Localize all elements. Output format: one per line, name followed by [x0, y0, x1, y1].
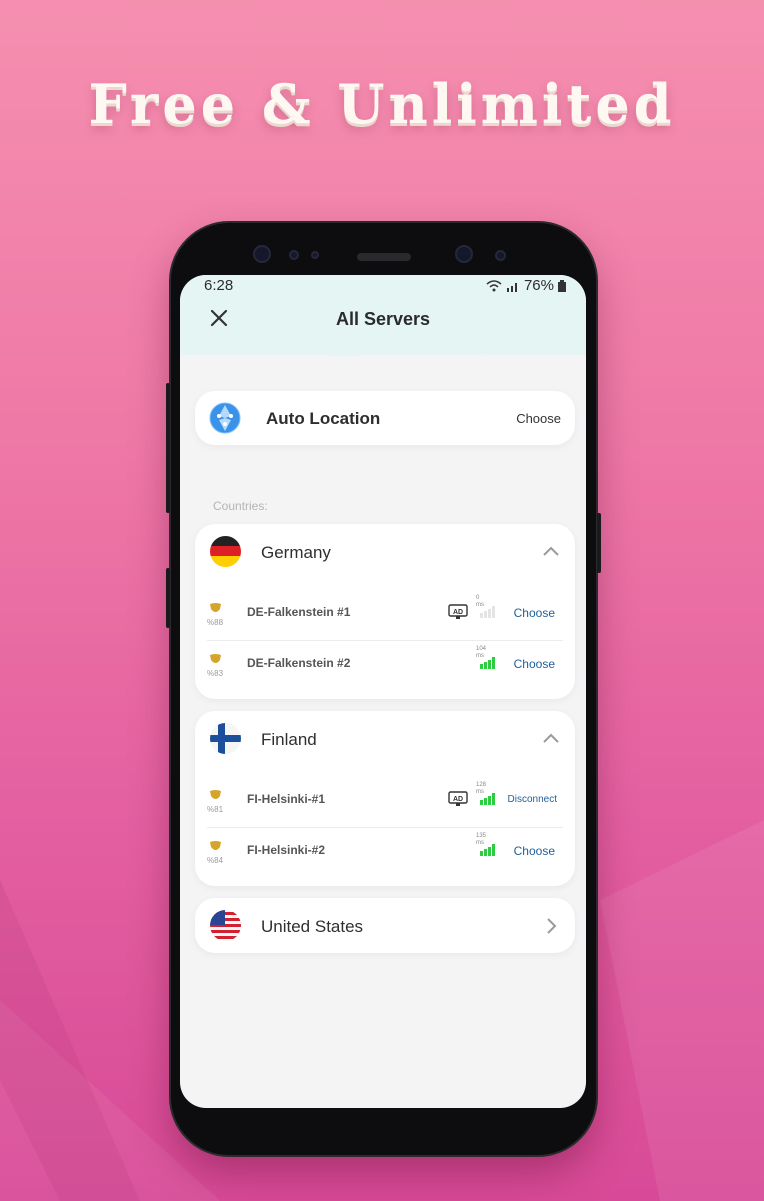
- country-name-united-states: United States: [261, 917, 364, 936]
- signal-icon: [480, 606, 495, 618]
- battery-icon: [558, 279, 566, 292]
- earpiece-speaker: [357, 253, 411, 261]
- country-card-germany: Germany %88 DE-Falkenstein #1 AD 0 ms Ch…: [195, 524, 575, 699]
- side-button-left-2: [166, 568, 170, 628]
- globe-icon: [209, 402, 241, 434]
- ping-value: 104: [476, 646, 487, 652]
- server-row-fi-1[interactable]: %81 FI-Helsinki-#1 AD 128 ms Disconnect: [207, 777, 563, 827]
- svg-text:AD: AD: [453, 796, 463, 803]
- server-row-de-1[interactable]: %88 DE-Falkenstein #1 AD 0 ms Choose: [207, 590, 563, 640]
- shield-icon: [210, 603, 221, 612]
- country-name-finland: Finland: [261, 730, 317, 749]
- server-choose-button[interactable]: Choose: [514, 844, 555, 858]
- chevron-up-icon[interactable]: [541, 542, 561, 562]
- flag-germany-icon: [210, 536, 241, 567]
- server-choose-button[interactable]: Choose: [514, 606, 555, 620]
- auto-location-choose-button[interactable]: Choose: [516, 411, 561, 426]
- flag-usa-icon: [210, 910, 241, 941]
- server-name: DE-Falkenstein #1: [247, 605, 351, 619]
- chevron-up-icon[interactable]: [541, 729, 561, 749]
- svg-text:AD: AD: [453, 609, 463, 616]
- front-sensor-2: [289, 250, 299, 260]
- server-name: DE-Falkenstein #2: [247, 656, 351, 670]
- countries-section-label: Countries:: [213, 499, 268, 513]
- server-name: FI-Helsinki-#1: [247, 792, 326, 806]
- chevron-right-icon[interactable]: [541, 916, 561, 936]
- signal-icon: [480, 793, 495, 805]
- country-header-finland[interactable]: Finland: [195, 711, 575, 767]
- status-icons: 76%: [486, 277, 566, 294]
- server-name: FI-Helsinki-#2: [247, 843, 326, 857]
- country-name-germany: Germany: [261, 543, 331, 562]
- battery-percent: 76%: [523, 277, 554, 294]
- ping-value: 0: [476, 595, 480, 601]
- header-wave: [180, 335, 586, 357]
- country-card-united-states[interactable]: United States: [195, 898, 575, 953]
- country-header-germany[interactable]: Germany: [195, 524, 575, 580]
- signal-icon: [480, 844, 495, 856]
- ad-icon: AD: [448, 791, 468, 806]
- auto-location-card[interactable]: Auto Location Choose: [195, 391, 575, 445]
- shield-icon: [210, 841, 221, 850]
- wifi-icon: [486, 279, 502, 291]
- front-sensor-3: [311, 251, 319, 259]
- country-header-united-states[interactable]: United States: [195, 898, 575, 954]
- auto-location-label: Auto Location: [266, 409, 381, 428]
- app-screen: 6:28 76% All Servers Auto Location Choos…: [180, 275, 586, 1108]
- shield-icon: [210, 790, 221, 799]
- ad-icon: AD: [448, 604, 468, 619]
- status-bar: 6:28 76%: [180, 275, 586, 297]
- side-button-right: [597, 513, 601, 573]
- status-time: 6:28: [204, 277, 234, 294]
- server-row-de-2[interactable]: %83 DE-Falkenstein #2 104 ms Choose: [207, 640, 563, 690]
- server-row-fi-2[interactable]: %84 FI-Helsinki-#2 135 ms Choose: [207, 827, 563, 877]
- ping-value: 128: [476, 782, 487, 788]
- promo-headline: Free & Unlimited: [88, 72, 676, 136]
- phone-frame: 6:28 76% All Servers Auto Location Choos…: [166, 223, 601, 1155]
- flag-finland-icon: [210, 723, 241, 754]
- cell-signal-icon: [506, 282, 517, 292]
- server-disconnect-button[interactable]: Disconnect: [508, 794, 557, 805]
- side-button-left: [166, 383, 170, 513]
- ping-value: 135: [476, 833, 487, 839]
- country-card-finland: Finland %81 FI-Helsinki-#1 AD 128 ms Dis…: [195, 711, 575, 886]
- front-camera: [455, 245, 473, 263]
- front-sensor-4: [495, 250, 506, 261]
- server-load: %88: [207, 618, 224, 627]
- page-title: All Servers: [335, 309, 431, 329]
- shield-icon: [210, 654, 221, 663]
- server-load: %81: [207, 805, 224, 814]
- server-load: %83: [207, 669, 224, 678]
- front-sensor: [253, 245, 271, 263]
- server-load: %84: [207, 856, 224, 865]
- server-choose-button[interactable]: Choose: [514, 657, 555, 671]
- signal-icon: [480, 657, 495, 669]
